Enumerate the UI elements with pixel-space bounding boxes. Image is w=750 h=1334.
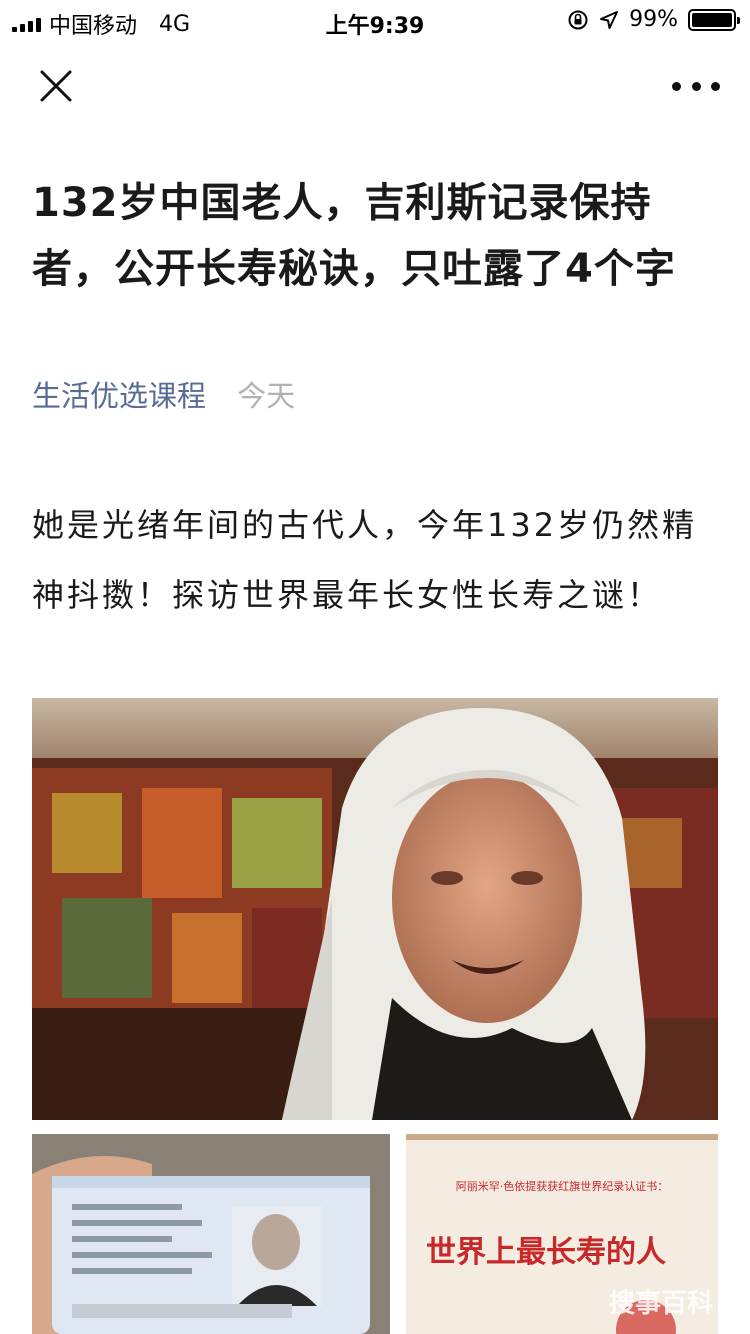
id-card-image — [32, 1134, 390, 1334]
more-dot — [711, 81, 720, 91]
id-card-photo[interactable] — [32, 1134, 390, 1334]
article-lead: 她是光绪年间的古代人，今年132岁仍然精神抖擞！探访世界最年长女性长寿之谜！ — [32, 506, 698, 614]
status-right: 99% — [567, 7, 740, 32]
watermark-text: 搜事百科 — [609, 1289, 713, 1319]
battery-percent: 99% — [629, 7, 678, 32]
article-title: 132岁中国老人，吉利斯记录保持者，公开长寿秘诀，只吐露了4个字 — [32, 180, 676, 292]
article-photo-main[interactable] — [32, 698, 718, 1120]
orientation-lock-icon — [568, 10, 588, 29]
battery-icon — [688, 8, 740, 31]
status-bar: 中国移动 4G 上午9:39 99% — [0, 0, 750, 40]
publish-date: 今天 — [237, 379, 296, 413]
certificate-photo[interactable]: 阿丽米罕·色依提获获红旗世界纪录认证书： 世界上最长寿的人 搜事百科 — [406, 1134, 718, 1334]
more-button[interactable] — [672, 68, 720, 104]
nav-bar — [0, 44, 750, 124]
close-icon — [40, 70, 72, 102]
close-button[interactable] — [32, 62, 80, 110]
certificate-text: 世界上最长寿的人 — [426, 1235, 666, 1270]
certificate-header: 阿丽米罕·色依提获获红旗世界纪录认证书： — [456, 1179, 669, 1193]
location-arrow-icon — [600, 10, 619, 29]
certificate-image: 阿丽米罕·色依提获获红旗世界纪录认证书： 世界上最长寿的人 搜事百科 — [406, 1134, 718, 1334]
more-dot — [672, 81, 681, 91]
article-photo-row: 阿丽米罕·色依提获获红旗世界纪录认证书： 世界上最长寿的人 搜事百科 — [32, 1134, 718, 1334]
account-link[interactable]: 生活优选课程 — [32, 379, 206, 413]
article-meta: 生活优选课程 今天 — [32, 376, 295, 416]
elderly-woman-portrait — [32, 698, 718, 1120]
more-dot — [691, 81, 701, 91]
